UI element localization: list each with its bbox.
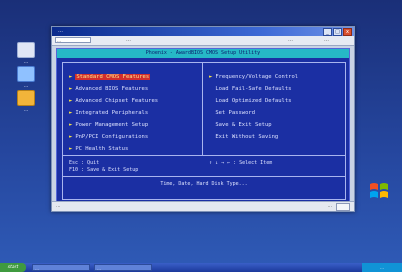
- connection-icon: [336, 203, 350, 211]
- desktop-icon-computer[interactable]: …: [14, 42, 38, 65]
- bios-menu-item[interactable]: ► PC Health Status: [69, 143, 158, 155]
- maximize-button[interactable]: □: [333, 28, 342, 36]
- close-button[interactable]: x: [343, 28, 352, 36]
- triangle-icon: ►: [69, 74, 73, 80]
- bios-menu-item[interactable]: ►Load Fail-Safe Defaults: [209, 83, 298, 95]
- bios-menu-panel: ► Standard CMOS Features ► Advanced BIOS F…: [62, 62, 346, 200]
- bios-menu-item[interactable]: ►Set Password: [209, 107, 298, 119]
- bios-screen: Phoenix - AwardBIOS CMOS Setup Utility ►…: [56, 48, 350, 202]
- network-icon: [17, 66, 35, 82]
- status-right-text: …: [327, 204, 333, 209]
- menu-divider-vertical: [202, 63, 203, 155]
- toolbar-item-2[interactable]: …: [288, 37, 293, 44]
- menu-divider-horizontal: [63, 155, 345, 156]
- window-titlebar[interactable]: … _ □ x: [52, 27, 354, 36]
- toolbar-item-3[interactable]: …: [324, 37, 329, 44]
- taskbar-button[interactable]: …: [94, 264, 152, 271]
- address-field[interactable]: …: [55, 37, 91, 43]
- bios-menu-item[interactable]: ►Load Optimized Defaults: [209, 95, 298, 107]
- key-help-f10: F10 : Save & Exit Setup: [69, 167, 139, 173]
- window-title: …: [58, 28, 63, 34]
- bios-title: Phoenix - AwardBIOS CMOS Setup Utility: [57, 49, 349, 58]
- bios-menu-item[interactable]: ► Integrated Peripherals: [69, 107, 158, 119]
- bios-right-menu: ►Frequency/Voltage Control ►Load Fail-Sa…: [209, 71, 298, 143]
- bios-menu-item[interactable]: ► PnP/PCI Configurations: [69, 131, 158, 143]
- remote-desktop-window: … _ □ x … … … … Phoenix - AwardBIOS CMOS…: [51, 26, 355, 212]
- system-tray[interactable]: …: [362, 263, 402, 272]
- bios-left-menu: ► Standard CMOS Features ► Advanced BIOS F…: [69, 71, 158, 155]
- triangle-icon: ►: [69, 122, 73, 128]
- desktop-icon-network[interactable]: …: [14, 66, 38, 89]
- folder-icon: [17, 90, 35, 106]
- key-help-select: ↑ ↓ → ← : Select Item: [209, 160, 273, 166]
- taskbar-button[interactable]: …: [32, 264, 90, 271]
- computer-icon: [17, 42, 35, 58]
- triangle-icon: ►: [69, 86, 73, 92]
- triangle-icon: ►: [69, 110, 73, 116]
- start-button[interactable]: start: [0, 263, 26, 272]
- desktop: … … … … _ □ x … … … … Phoenix - AwardBIO…: [0, 0, 402, 272]
- desktop-icon-folder[interactable]: …: [14, 90, 38, 113]
- item-description: Time, Date, Hard Disk Type...: [160, 181, 248, 187]
- triangle-icon: ►: [69, 98, 73, 104]
- triangle-icon: ►: [69, 134, 73, 140]
- triangle-icon: ►: [209, 74, 213, 80]
- bios-menu-item[interactable]: ► Advanced BIOS Features: [69, 83, 158, 95]
- minimize-button[interactable]: _: [323, 28, 332, 36]
- key-help-esc: Esc : Quit: [69, 160, 100, 166]
- window-statusbar: … …: [52, 201, 354, 211]
- bios-menu-item[interactable]: ► Frequency/Voltage Control: [209, 71, 298, 83]
- window-toolbar: … … … …: [52, 36, 354, 46]
- bios-menu-item[interactable]: ► Power Management Setup: [69, 119, 158, 131]
- taskbar: start … … …: [0, 263, 402, 272]
- status-left-text: …: [56, 204, 61, 209]
- toolbar-item-1[interactable]: …: [126, 37, 131, 44]
- bios-menu-item[interactable]: ► Standard CMOS Features: [69, 71, 158, 83]
- help-divider: [63, 176, 345, 177]
- bios-menu-item[interactable]: ► Advanced Chipset Features: [69, 95, 158, 107]
- triangle-icon: ►: [69, 146, 73, 152]
- bios-menu-item[interactable]: ►Exit Without Saving: [209, 131, 298, 143]
- windows-logo-icon: [370, 183, 388, 198]
- bios-menu-item[interactable]: ►Save & Exit Setup: [209, 119, 298, 131]
